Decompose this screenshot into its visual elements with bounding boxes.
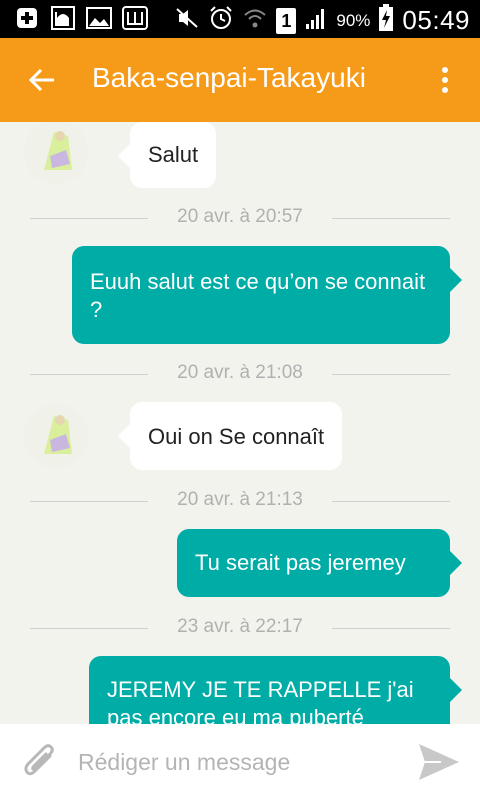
image-icon [86, 6, 112, 30]
status-bar: 1 90% 05:49 [0, 0, 480, 38]
app-header: Baka-senpai-Takayuki [0, 38, 480, 122]
message-text: JEREMY JE TE RAPPELLE j'ai pas encore eu… [107, 677, 414, 724]
status-left-icons [14, 6, 148, 30]
avatar[interactable] [24, 122, 88, 184]
message-bubble-outgoing[interactable]: Tu serait pas jeremey [177, 529, 462, 597]
timestamp: 20 avr. à 21:13 [177, 489, 303, 510]
battery-percent: 90% [336, 10, 371, 30]
timestamp-divider: 20 avr. à 21:08 [30, 362, 450, 386]
timestamp-divider: 20 avr. à 21:13 [30, 489, 450, 513]
send-button[interactable] [414, 738, 464, 786]
send-icon [419, 744, 459, 780]
timestamp: 20 avr. à 21:08 [177, 362, 303, 383]
message-text: Oui on Se connaît [148, 424, 325, 449]
arrow-left-icon [28, 68, 54, 92]
w-icon [122, 6, 148, 30]
timestamp: 20 avr. à 20:57 [177, 206, 303, 227]
clock: 05:49 [402, 5, 470, 35]
message-composer [0, 724, 480, 800]
attach-button[interactable] [18, 740, 62, 784]
mute-icon [174, 6, 200, 35]
message-bubble-outgoing[interactable]: JEREMY JE TE RAPPELLE j'ai pas encore eu… [89, 656, 462, 724]
alarm-icon [208, 5, 234, 36]
message-text: Tu serait pas jeremey [195, 550, 406, 575]
status-right: 1 90% 05:49 [174, 4, 470, 37]
message-text: Salut [148, 142, 199, 167]
sim-slot-number: 1 [281, 10, 292, 31]
sim-icon: 1 [276, 7, 297, 34]
signal-icon [304, 6, 328, 35]
plus-box-icon [14, 6, 40, 30]
message-bubble-incoming[interactable]: Oui on Se connaît [117, 402, 343, 470]
message-text: Euuh salut est ce qu’on se connait ? [90, 269, 426, 322]
avatar[interactable] [24, 404, 88, 468]
paperclip-icon [24, 744, 54, 776]
more-options-button[interactable] [430, 62, 460, 98]
conversation-title: Baka-senpai-Takayuki [92, 62, 366, 93]
message-bubble-outgoing[interactable]: Euuh salut est ce qu’on se connait ? [72, 246, 462, 344]
more-vert-icon [442, 67, 448, 93]
timestamp-divider: 23 avr. à 22:17 [30, 616, 450, 640]
message-bubble-incoming[interactable]: Salut [117, 122, 217, 188]
wifi-icon [242, 6, 268, 35]
timestamp: 23 avr. à 22:17 [177, 616, 303, 637]
message-list[interactable]: Salut 20 avr. à 20:57 Euuh salut est ce … [0, 122, 480, 724]
timestamp-divider: 20 avr. à 20:57 [30, 206, 450, 230]
back-button[interactable] [20, 60, 64, 100]
mosque-icon [50, 6, 76, 30]
battery-icon [378, 4, 394, 37]
message-input[interactable] [78, 742, 398, 782]
